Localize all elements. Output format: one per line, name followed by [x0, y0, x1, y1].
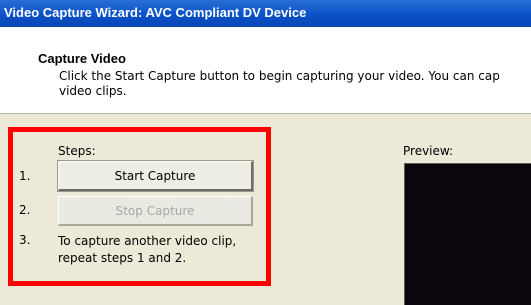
preview-label: Preview: [403, 144, 454, 158]
step-1-number: 1. [19, 169, 31, 183]
description-line-1: Click the Start Capture button to begin … [59, 69, 500, 83]
step-3-number: 3. [19, 233, 31, 247]
step-2-number: 2. [19, 203, 31, 217]
page-description: Click the Start Capture button to begin … [59, 69, 531, 99]
stop-capture-button[interactable]: Stop Capture [58, 196, 253, 226]
window-title: Video Capture Wizard: AVC Compliant DV D… [4, 5, 307, 20]
step-3-line-2: repeat steps 1 and 2. [58, 251, 187, 265]
wizard-header: Capture Video Click the Start Capture bu… [0, 27, 531, 114]
step-3-line-1: To capture another video clip, [58, 234, 237, 248]
description-line-2: video clips. [59, 84, 127, 98]
page-title: Capture Video [38, 51, 126, 66]
steps-label: Steps: [58, 144, 96, 158]
start-capture-button[interactable]: Start Capture [57, 160, 254, 192]
video-preview [404, 163, 531, 305]
step-3-instructions: To capture another video clip, repeat st… [58, 233, 236, 267]
window-titlebar[interactable]: Video Capture Wizard: AVC Compliant DV D… [0, 0, 531, 27]
